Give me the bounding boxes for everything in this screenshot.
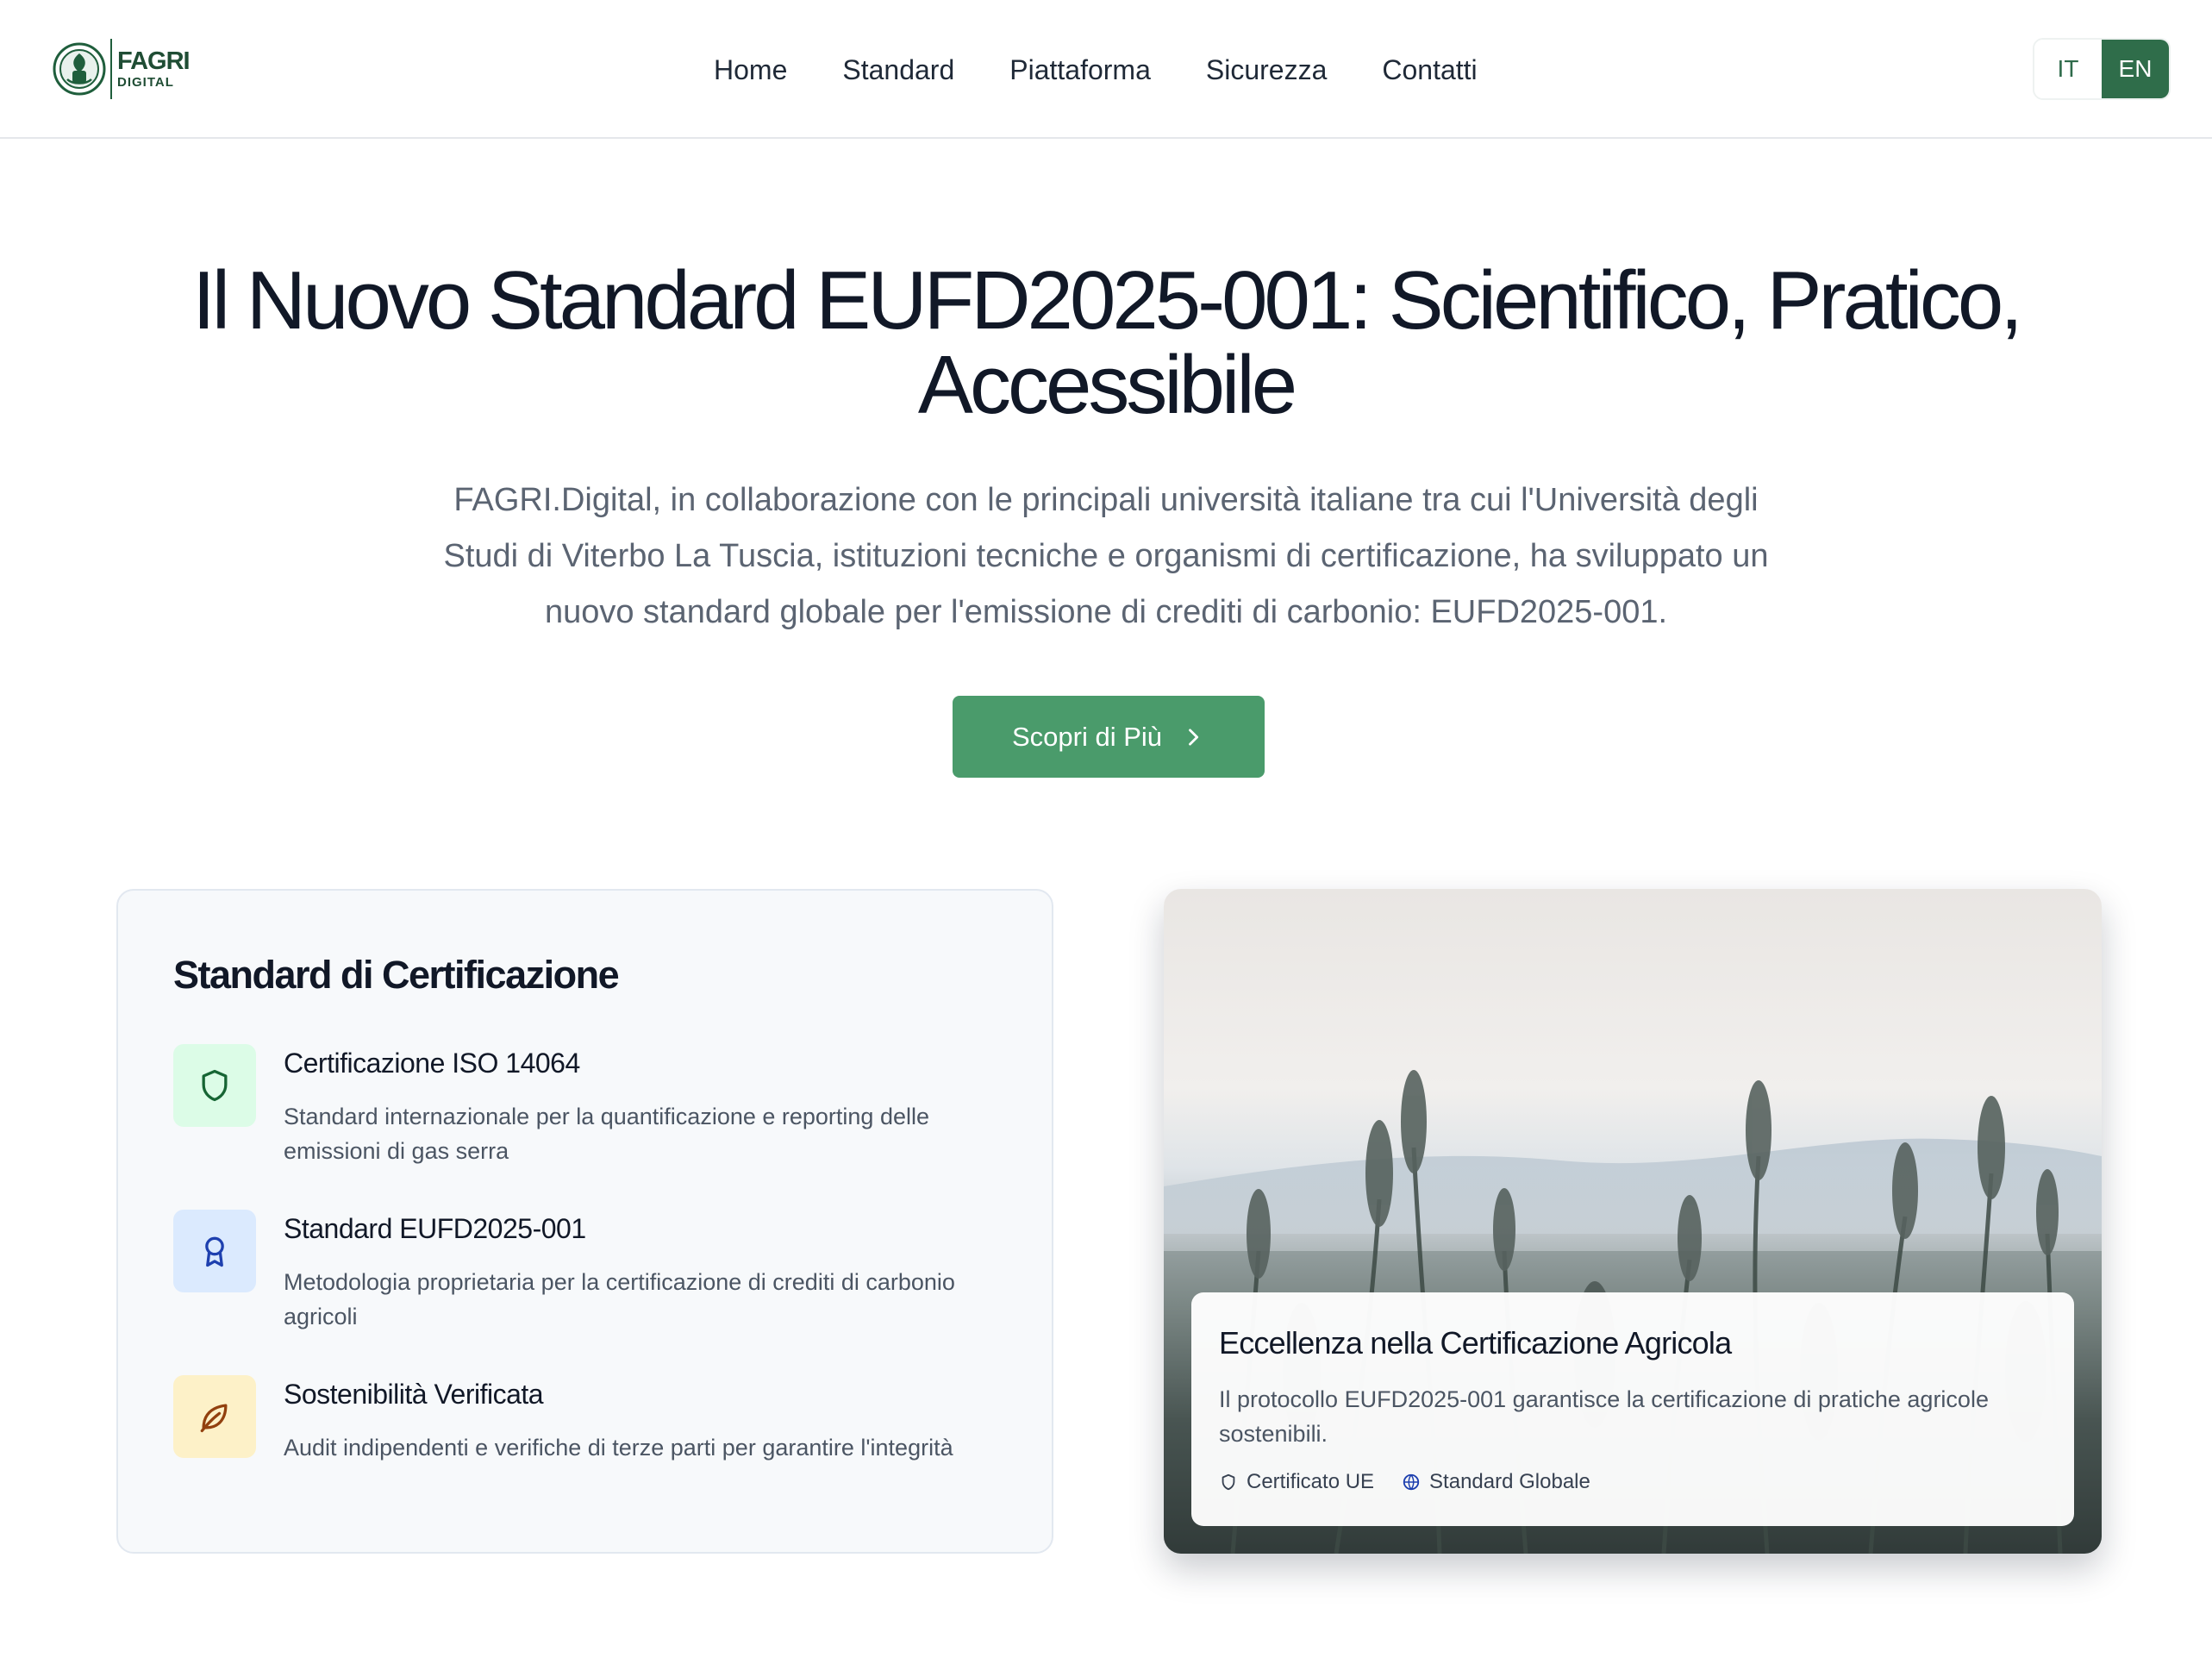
lang-en-button[interactable]: EN [2102,40,2169,98]
badge-global-standard-label: Standard Globale [1429,1470,1590,1493]
cert-item-sustainability: Sostenibilità Verificata Audit indipende… [173,1375,1001,1504]
cert-icon-box [173,1375,256,1458]
feature-image-card: Eccellenza nella Certificazione Agricola… [1164,889,2102,1554]
logo-text-line2: DIGITAL [117,75,174,90]
cert-item-description: Standard internazionale per la quantific… [284,1104,929,1164]
certification-standards-title: Standard di Certificazione [173,953,620,997]
nav-contatti-link[interactable]: Contatti [1382,54,1477,86]
cert-item-description: Audit indipendenti e verifiche di terze … [284,1435,953,1461]
discover-more-button[interactable]: Scopri di Più [953,696,1265,778]
nav-sicurezza-link[interactable]: Sicurezza [1206,54,1328,86]
feature-description: Il protocollo EUFD2025-001 garantisce la… [1219,1386,1989,1447]
badge-eu-certified-label: Certificato UE [1247,1470,1375,1493]
logo-emblem-icon [53,42,106,96]
logo-text-line1: FAGRI [117,47,191,75]
cert-icon-box [173,1210,256,1292]
lang-it-button[interactable]: IT [2034,40,2102,98]
nav-home-link[interactable]: Home [714,54,787,86]
cert-item-title: Standard EUFD2025-001 [284,1213,586,1244]
chevron-right-icon [1189,728,1199,746]
cert-item-title: Certificazione ISO 14064 [284,1048,580,1079]
award-icon [205,1236,224,1267]
feature-title: Eccellenza nella Certificazione Agricola [1219,1325,1732,1361]
leaf-icon [200,1404,228,1433]
cert-item-title: Sostenibilità Verificata [284,1379,544,1410]
certification-standards-card: Standard di Certificazione Certificazion… [116,889,1053,1554]
hero-subtitle: FAGRI.Digital, in collaborazione con le … [443,482,1769,630]
cert-icon-box [173,1044,256,1127]
nav-standard-link[interactable]: Standard [842,54,954,86]
site-header: FAGRI DIGITAL Home Standard Piattaforma … [0,0,2212,139]
language-switcher: IT EN [2033,38,2171,100]
hero-title: Il Nuovo Standard EUFD2025-001: Scientif… [86,259,2126,428]
cert-item-iso: Certificazione ISO 14064 Standard intern… [173,1044,1001,1173]
shield-icon [1222,1473,1235,1491]
cert-item-eufd: Standard EUFD2025-001 Metodologia propri… [173,1210,1001,1339]
logo[interactable]: FAGRI DIGITAL [52,38,191,100]
discover-more-label: Scopri di Più [1011,721,1163,752]
cert-item-description: Metodologia proprietaria per la certific… [284,1269,955,1329]
nav-piattaforma-link[interactable]: Piattaforma [1009,54,1151,86]
logo-divider [110,39,112,99]
feature-badges: Certificato UE Standard Globale [1219,1470,1590,1494]
hero-title-line1: Il Nuovo Standard EUFD2025-001: Scientif… [192,254,2023,347]
shield-icon [202,1069,228,1102]
badge-eu-certified: Certificato UE [1219,1470,1374,1494]
feature-overlay-panel: Eccellenza nella Certificazione Agricola… [1191,1292,2074,1526]
badge-global-standard: Standard Globale [1402,1470,1590,1494]
logo-text: FAGRI DIGITAL [117,47,191,90]
hero-title-line2: Accessibile [917,339,1297,431]
main-nav: Home Standard Piattaforma Sicurezza Cont… [714,47,1478,93]
globe-icon [1403,1473,1420,1491]
